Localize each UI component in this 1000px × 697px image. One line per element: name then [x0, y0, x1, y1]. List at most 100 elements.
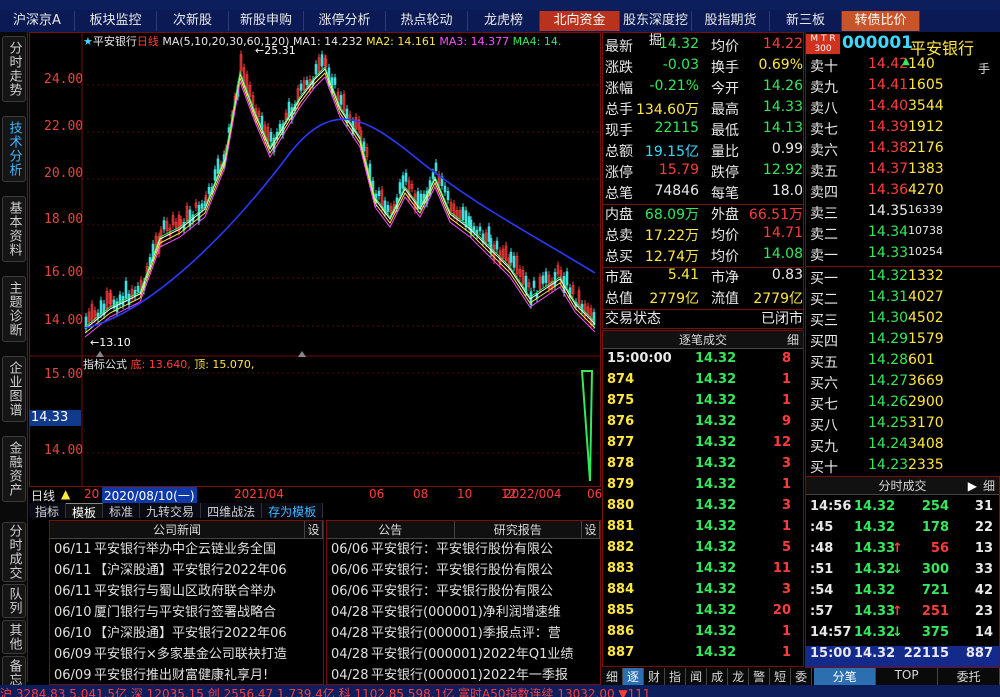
news-headline[interactable]: 平安银行(000001)2022年Q1业绩	[371, 647, 573, 662]
period-tag[interactable]: 日线	[31, 487, 55, 504]
news-headline[interactable]: 平安银行：平安银行股份有限公	[371, 584, 553, 599]
news-headline[interactable]: 平安银行(000001)净利润增速维	[371, 605, 561, 620]
minute-detail-button[interactable]: 细	[983, 477, 995, 495]
notice_panel-row[interactable]: 04/28 平安银行(000001)净利润增速维	[327, 602, 600, 623]
top-tab-9[interactable]: 股指期货	[692, 11, 770, 31]
news-headline[interactable]: 平安银行：平安银行股份有限公	[371, 563, 553, 578]
news-headline[interactable]: 平安银行：平安银行股份有限公	[371, 542, 553, 557]
top-tab-11[interactable]: 转债比价	[842, 11, 920, 31]
notice_panel-row[interactable]: 04/28 平安银行(000001)2022年一季报	[327, 665, 600, 684]
bid-level[interactable]: 买二 14.31 4027	[808, 289, 998, 310]
tab-standard[interactable]: 标准	[103, 503, 141, 519]
news_panel-row[interactable]: 06/10 厦门银行与平安银行签署战略合	[50, 602, 323, 623]
top-tab-5[interactable]: 热点轮动	[386, 11, 468, 31]
bottom-tab[interactable]: 细	[602, 668, 624, 685]
side-tab-news[interactable]: 分时成交	[2, 522, 26, 582]
ask-level[interactable]: 卖四 14.36 4270	[808, 182, 998, 203]
notice_panel-row[interactable]: 06/06 平安银行：平安银行股份有限公	[327, 539, 600, 560]
bottom-tab[interactable]: 指	[665, 668, 687, 685]
news-headline[interactable]: 平安银行举办中企云链业务全国	[94, 542, 276, 557]
top-tab-6[interactable]: 龙虎榜	[468, 11, 540, 31]
bottom-tab-right[interactable]: 分笔	[814, 668, 877, 685]
side-tab-other[interactable]: 其他	[2, 620, 26, 654]
side-tab-intraday[interactable]: 分时走势	[2, 36, 26, 102]
notice-settings-button[interactable]: 设	[582, 521, 600, 538]
news-headline[interactable]: 【沪深股通】平安银行2022年06	[94, 563, 287, 578]
top-tab-10[interactable]: 新三板	[770, 11, 842, 31]
top-tab-4[interactable]: 涨停分析	[304, 11, 386, 31]
tab-indicator[interactable]: 指标	[29, 503, 67, 519]
bottom-tab[interactable]: 警	[749, 668, 771, 685]
ask-level[interactable]: 卖二 14.34 10738	[808, 224, 998, 245]
news-headline[interactable]: 平安银行(000001)季报点评：营	[371, 626, 561, 641]
news_panel-row[interactable]: 06/10 【沪深股通】平安银行2022年06	[50, 623, 323, 644]
bottom-tab[interactable]: 短	[770, 668, 792, 685]
detail-button[interactable]: 细	[787, 331, 799, 349]
news-settings-button[interactable]: 设	[305, 521, 323, 538]
news-headline[interactable]: 平安银行×多家基金公司联袂打造	[94, 647, 287, 662]
top-tab-8[interactable]: 股东深度挖掘	[620, 11, 692, 48]
bid-level[interactable]: 买一 14.32 1332	[808, 268, 998, 289]
news-headline[interactable]: 平安银行推出财富健康礼享月!	[94, 668, 268, 683]
notice-tab[interactable]: 公告	[327, 521, 455, 538]
ask-level[interactable]: 卖六 14.38 2176	[808, 140, 998, 161]
top-tab-7[interactable]: 北向资金	[540, 11, 620, 31]
bid-level[interactable]: 买六 14.27 3669	[808, 373, 998, 394]
bottom-tab[interactable]: 财	[644, 668, 666, 685]
news_panel-row[interactable]: 06/11 平安银行与蜀山区政府联合举办	[50, 581, 323, 602]
tab-save-template[interactable]: 存为模板	[262, 503, 324, 519]
minute-trades-title[interactable]: 分时成交	[878, 479, 926, 493]
top-tab-1[interactable]: 板块监控	[75, 11, 157, 31]
play-icon[interactable]: ▶	[968, 477, 977, 495]
news_panel-row[interactable]: 06/09 平安银行×多家基金公司联袂打造	[50, 644, 323, 665]
news_panel-row[interactable]: 06/11 平安银行举办中企云链业务全国	[50, 539, 323, 560]
ask-level[interactable]: 卖三 14.35 16339	[808, 203, 998, 224]
news_panel-row[interactable]: 06/11 【沪深股通】平安银行2022年06	[50, 560, 323, 581]
bid-level[interactable]: 买四 14.29 1579	[808, 331, 998, 352]
news-headline[interactable]: 【沪深股通】平安银行2022年06	[94, 626, 287, 641]
star-icon[interactable]: ★	[83, 35, 93, 48]
bottom-tab[interactable]: 闻	[686, 668, 708, 685]
notice_panel-row[interactable]: 04/28 平安银行(000001)2022年Q1业绩	[327, 644, 600, 665]
side-tab-queue[interactable]: 队列	[2, 584, 26, 618]
side-tab-theme[interactable]: 主题诊断	[2, 276, 26, 342]
news_panel-row[interactable]: 06/09 平安银行推出财富健康礼享月!	[50, 665, 323, 684]
bid-level[interactable]: 买八 14.25 3170	[808, 415, 998, 436]
bid-level[interactable]: 买九 14.24 3408	[808, 436, 998, 457]
notice_panel-row[interactable]: 06/06 平安银行：平安银行股份有限公	[327, 581, 600, 602]
top-tab-0[interactable]: 沪深京A	[0, 11, 75, 31]
tab-four-dim[interactable]: 四维战法	[201, 503, 263, 519]
ask-level[interactable]: 卖十 14.42 140 ▲	[808, 56, 998, 77]
bid-level[interactable]: 买十 14.23 2335	[808, 457, 998, 478]
side-tab-technical[interactable]: 技术分析	[2, 116, 26, 182]
kline-chart-canvas[interactable]	[30, 33, 600, 486]
kline-chart-panel[interactable]	[29, 32, 601, 487]
tab-nine-turn[interactable]: 九转交易	[140, 503, 202, 519]
ask-level[interactable]: 卖九 14.41 1605	[808, 77, 998, 98]
ask-level[interactable]: 卖七 14.39 1912	[808, 119, 998, 140]
notice_panel-row[interactable]: 06/06 平安银行：平安银行股份有限公	[327, 560, 600, 581]
research-tab[interactable]: 研究报告	[455, 521, 582, 538]
side-tab-fundamentals[interactable]: 基本资料	[2, 196, 26, 262]
tab-template[interactable]: 模板	[66, 503, 104, 520]
bottom-tab-right[interactable]: 委托	[938, 668, 1000, 685]
bid-level[interactable]: 买三 14.30 4502	[808, 310, 998, 331]
ask-level[interactable]: 卖一 14.33 10254	[808, 245, 998, 266]
top-tab-2[interactable]: 次新股	[157, 11, 229, 31]
bottom-tab[interactable]: 龙	[728, 668, 750, 685]
bottom-tab[interactable]: 成	[707, 668, 729, 685]
ask-level[interactable]: 卖五 14.37 1383	[808, 161, 998, 182]
ask-level[interactable]: 卖八 14.40 3544	[808, 98, 998, 119]
bottom-tab-right[interactable]: TOP	[876, 668, 939, 685]
bid-level[interactable]: 买五 14.28 601	[808, 352, 998, 373]
side-tab-graph[interactable]: 企业图谱	[2, 356, 26, 422]
bid-level[interactable]: 买七 14.26 2900	[808, 394, 998, 415]
bottom-tab[interactable]: 委	[791, 668, 813, 685]
news-headline[interactable]: 厦门银行与平安银行签署战略合	[94, 605, 276, 620]
side-tab-finance[interactable]: 金融资产	[2, 436, 26, 502]
news-headline[interactable]: 平安银行(000001)2022年一季报	[371, 668, 568, 683]
news-headline[interactable]: 平安银行与蜀山区政府联合举办	[94, 584, 276, 599]
notice_panel-row[interactable]: 04/28 平安银行(000001)季报点评：营	[327, 623, 600, 644]
company-news-title[interactable]: 公司新闻	[50, 521, 305, 538]
top-tab-3[interactable]: 新股申购	[229, 11, 304, 31]
